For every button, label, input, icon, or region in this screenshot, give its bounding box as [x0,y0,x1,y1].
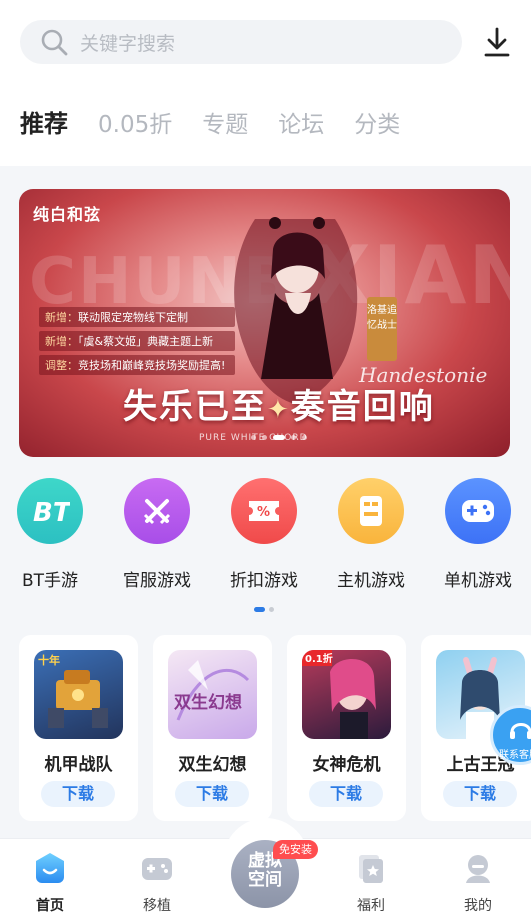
svg-text:BT: BT [33,498,70,526]
nav-welfare[interactable]: 福利 [331,851,411,915]
banner-update-notes: 新增：联动限定宠物线下定制 新增：「虞&蔡文姬」典藏主题上新 调整：竞技场和巅峰… [39,307,235,379]
download-button[interactable]: 下载 [41,781,115,807]
game-card-row: 十年 机甲战队 下载 双生幻想 双生幻想 下载 0.1折 女神危机 下载 上古王… [19,635,531,823]
banner-headline: 失乐已至✦奏音回响 [123,387,435,427]
category-page-indicator [254,607,278,612]
profile-icon [466,855,490,883]
nav-home[interactable]: 首页 [10,851,90,915]
page-dot [269,607,274,612]
category-label: 单机游戏 [444,571,512,591]
svg-text:双生幻想: 双生幻想 [174,692,242,713]
swords-icon [124,478,190,544]
svg-text:0.1折: 0.1折 [305,652,333,665]
category-label: 主机游戏 [337,571,405,591]
banner-note: 调整：竞技场和巅峰竞技场奖励提高! [39,355,235,375]
svg-text:%: % [257,505,270,520]
tab-discount[interactable]: 0.05折 [98,105,172,139]
download-icon[interactable] [482,26,512,58]
category-discount[interactable]: % 折扣游戏 [214,478,314,591]
welfare-icon [359,855,383,883]
category-single[interactable]: 单机游戏 [428,478,528,591]
nav-label: 我的 [464,898,492,914]
virtual-space-line2: 空间 [248,870,282,890]
download-button[interactable]: 下载 [443,781,517,807]
coupon-icon: % [231,478,297,544]
no-install-badge: 免安装 [273,840,318,859]
nav-mine[interactable]: 我的 [438,851,518,915]
top-bar: 关键字搜索 推荐 0.05折 专题 论坛 分类 [0,0,531,166]
console-icon [338,478,404,544]
svg-text:十年: 十年 [38,653,60,667]
banner-note: 新增：「虞&蔡文姬」典藏主题上新 [39,331,235,351]
category-label: BT手游 [21,571,79,591]
page-dot-active [254,607,265,612]
game-name: 女神危机 [312,755,381,775]
banner-pagination [251,435,313,440]
game-card[interactable]: 双生幻想 双生幻想 下载 [153,635,272,821]
customer-service-label: 联系客服 [499,750,531,761]
search-input[interactable]: 关键字搜索 [80,29,175,56]
home-icon [36,853,64,883]
banner-dot-active [273,435,285,440]
game-card[interactable]: 十年 机甲战队 下载 [19,635,138,821]
nav-label: 首页 [36,898,64,914]
banner-dot [291,435,296,440]
bt-icon: BT [17,478,83,544]
download-button[interactable]: 下载 [175,781,249,807]
nav-port[interactable]: 移植 [117,851,197,915]
gamepad-nav-icon [142,858,172,880]
category-bt[interactable]: BT BT手游 [0,478,100,591]
download-button[interactable]: 下载 [309,781,383,807]
game-name: 双生幻想 [178,755,247,775]
tab-category[interactable]: 分类 [354,105,400,139]
banner-note: 新增：联动限定宠物线下定制 [39,307,235,327]
banner-seal: 洛基追忆战士 [367,297,397,361]
banner-dot [302,435,307,440]
banner-dot [251,435,256,440]
tab-recommend[interactable]: 推荐 [20,104,68,139]
category-official[interactable]: 官服游戏 [107,478,207,591]
category-row: BT BT手游 官服游戏 % 折扣游戏 主机游戏 单机游戏 [0,478,531,598]
category-console[interactable]: 主机游戏 [321,478,421,591]
banner-logo: 纯白和弦 [33,205,102,224]
tab-topics[interactable]: 专题 [202,105,248,139]
category-label: 折扣游戏 [230,571,298,591]
tab-forum[interactable]: 论坛 [278,105,324,139]
game-icon-goddess-crisis: 0.1折 [302,650,391,739]
game-icon-twin-fantasy: 双生幻想 [168,650,257,739]
headset-icon [510,723,531,739]
nav-label: 福利 [357,898,385,914]
category-label: 官服游戏 [123,571,191,591]
promo-banner[interactable]: CHUNB XIAN 纯白和弦 洛基追忆战士 新增：联动限定宠物线下定制 新增：… [19,189,510,457]
banner-dot [262,435,267,440]
search-icon [41,29,68,56]
game-icon-mecha: 十年 [34,650,123,739]
top-tabs: 推荐 0.05折 专题 论坛 分类 [20,104,430,139]
game-name: 机甲战队 [44,755,113,775]
search-bar[interactable]: 关键字搜索 [20,20,462,64]
nav-label: 移植 [143,898,171,914]
gamepad-icon [445,478,511,544]
game-card[interactable]: 0.1折 女神危机 下载 [287,635,406,821]
